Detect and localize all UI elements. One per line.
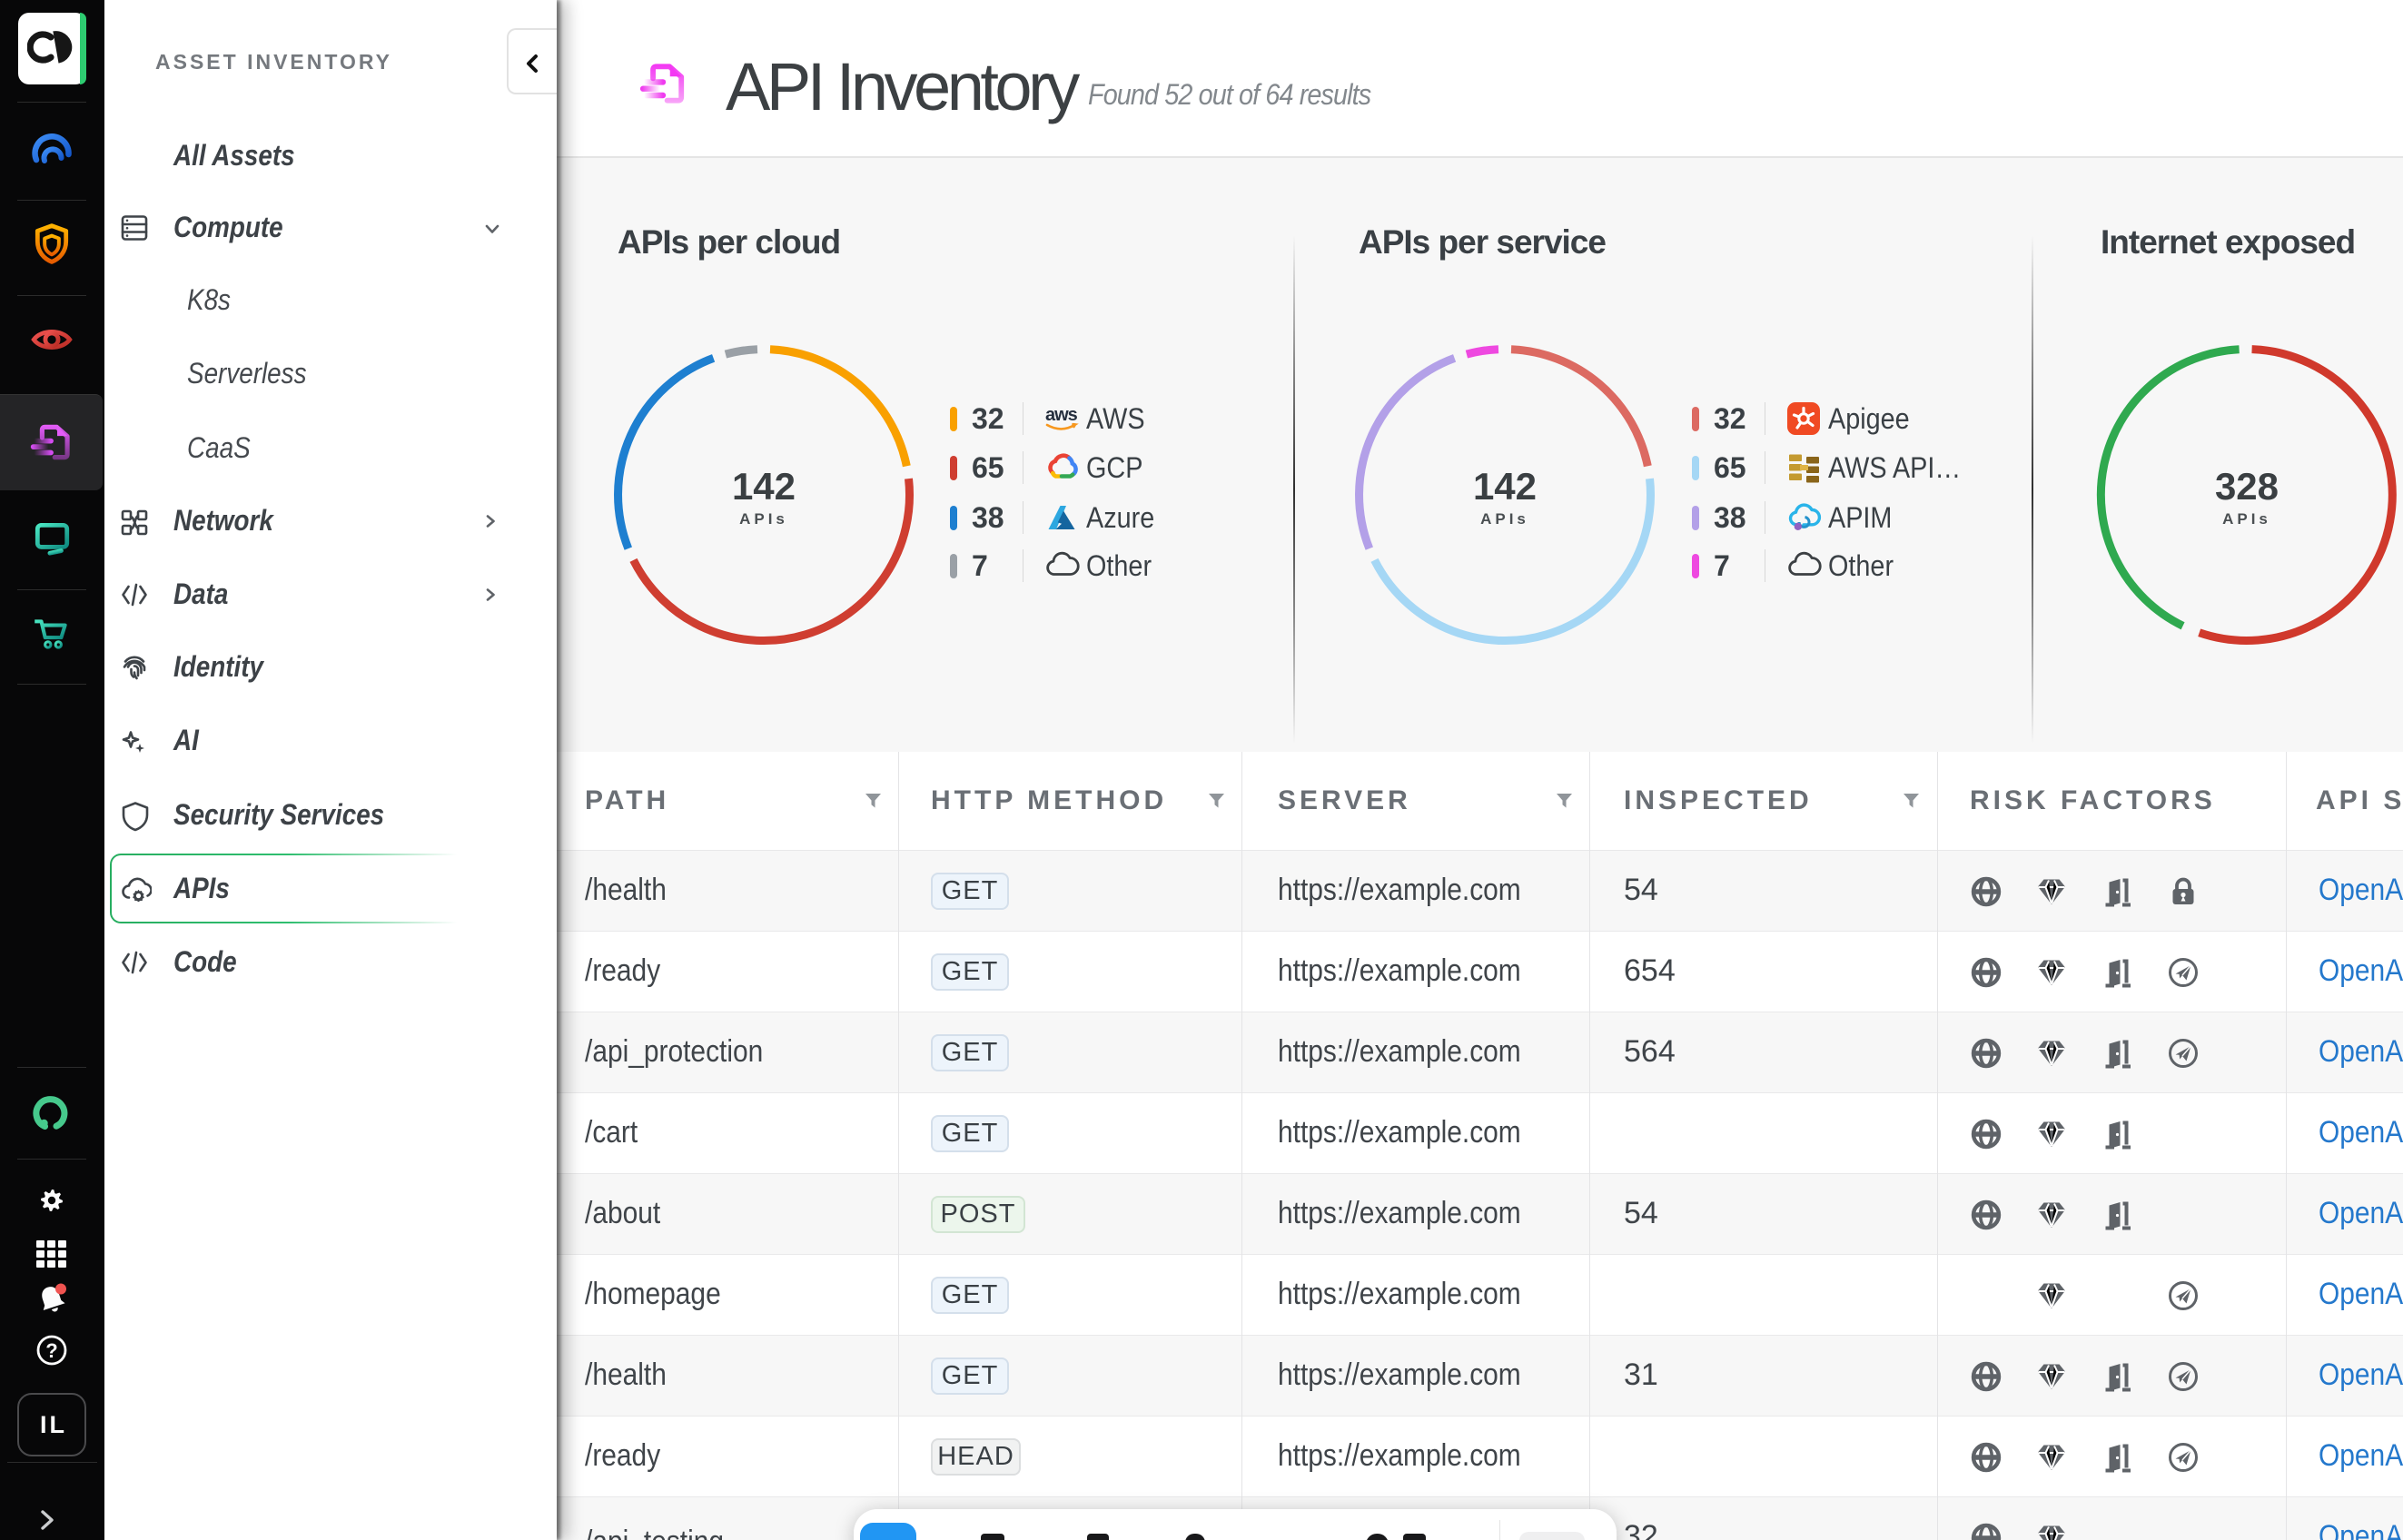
- svg-text:?: ?: [45, 1339, 57, 1362]
- svg-text:aws: aws: [1045, 405, 1078, 425]
